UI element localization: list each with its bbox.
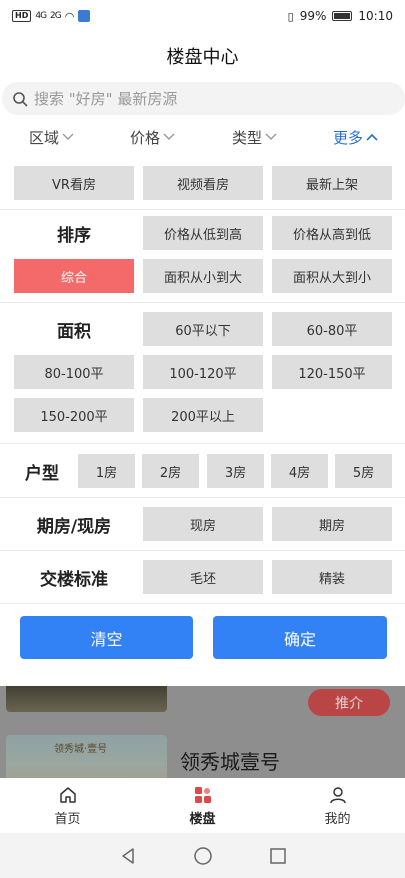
area-60-80[interactable]: 60-80平 xyxy=(272,312,392,346)
area-over-200[interactable]: 200平以上 xyxy=(143,398,263,432)
divider xyxy=(0,443,405,444)
divider xyxy=(0,550,405,551)
search-icon xyxy=(12,91,28,107)
clock: 10:10 xyxy=(358,9,393,23)
divider xyxy=(0,302,405,303)
tab-more[interactable]: 更多 xyxy=(333,127,378,148)
listing-image[interactable]: 领秀城·壹号 xyxy=(6,735,167,778)
wifi-icon: ◠ xyxy=(64,9,75,23)
tab-type[interactable]: 类型 xyxy=(232,127,277,148)
tab-more-label: 更多 xyxy=(333,128,364,147)
divider xyxy=(0,603,405,604)
area-80-100[interactable]: 80-100平 xyxy=(14,355,134,389)
sort-label: 排序 xyxy=(57,225,91,246)
sort-price-desc[interactable]: 价格从高到低 xyxy=(272,216,392,250)
clear-button[interactable]: 清空 xyxy=(20,616,193,659)
area-120-150[interactable]: 120-150平 xyxy=(272,355,392,389)
app-notification-icon xyxy=(78,10,91,22)
divider xyxy=(0,497,405,498)
layout-5-rooms[interactable]: 5房 xyxy=(335,454,392,488)
home-icon xyxy=(59,786,76,803)
layout-type-label: 户型 xyxy=(25,463,59,484)
tab-price[interactable]: 价格 xyxy=(130,127,175,148)
chevron-up-icon xyxy=(366,133,378,141)
delivery-presale[interactable]: 期房 xyxy=(272,507,392,541)
search-input[interactable]: 搜索 "好房" 最新房源 xyxy=(2,82,405,115)
bottom-nav: 首页 楼盘 我的 xyxy=(0,778,405,833)
layout-3-rooms[interactable]: 3房 xyxy=(207,454,264,488)
chevron-down-icon xyxy=(163,133,175,140)
chevron-down-icon xyxy=(265,133,277,140)
nav-buildings-label: 楼盘 xyxy=(189,811,216,827)
standard-unfinished[interactable]: 毛坯 xyxy=(143,560,263,594)
search-placeholder: 搜索 "好房" 最新房源 xyxy=(34,90,178,108)
delivery-state-label: 期房/现房 xyxy=(36,516,112,537)
tab-price-label: 价格 xyxy=(130,128,161,147)
chip-newly-listed[interactable]: 最新上架 xyxy=(272,166,392,200)
area-150-200[interactable]: 150-200平 xyxy=(14,398,134,432)
nav-home-label: 首页 xyxy=(54,811,81,827)
divider xyxy=(0,209,405,210)
listing-logo: 领秀城·壹号 xyxy=(54,744,108,755)
system-nav-bar xyxy=(0,833,405,878)
filter-tabs: 区域 价格 类型 更多 xyxy=(0,122,405,152)
chip-video-viewing[interactable]: 视频看房 xyxy=(143,166,263,200)
area-under-60[interactable]: 60平以下 xyxy=(143,312,263,346)
listing-overlay: 推介 领秀城·壹号 领秀城壹号 xyxy=(0,686,405,778)
sort-price-asc[interactable]: 价格从低到高 xyxy=(143,216,263,250)
area-100-120[interactable]: 100-120平 xyxy=(143,355,263,389)
tab-region[interactable]: 区域 xyxy=(29,127,74,148)
status-left: HD 4G 2G ◠ xyxy=(12,9,91,23)
signal-icon: 4G xyxy=(35,11,47,21)
nav-buildings[interactable]: 楼盘 xyxy=(135,778,270,833)
back-icon[interactable] xyxy=(118,846,138,866)
battery-percent: 99% xyxy=(299,9,327,23)
layout-2-rooms[interactable]: 2房 xyxy=(142,454,199,488)
promo-tag: 推介 xyxy=(308,689,390,716)
sort-area-desc[interactable]: 面积从大到小 xyxy=(272,259,392,293)
user-icon xyxy=(329,786,346,803)
listing-image[interactable] xyxy=(6,686,167,712)
delivery-standard-label: 交楼标准 xyxy=(40,569,108,590)
chip-vr-viewing[interactable]: VR看房 xyxy=(14,166,134,200)
nav-profile-label: 我的 xyxy=(324,811,351,827)
hd-badge: HD xyxy=(12,10,32,22)
listing-title[interactable]: 领秀城壹号 xyxy=(180,746,280,775)
layout-4-rooms[interactable]: 4房 xyxy=(271,454,328,488)
page-title: 楼盘中心 xyxy=(166,47,239,68)
recents-icon[interactable] xyxy=(268,846,288,866)
layout-1-room[interactable]: 1房 xyxy=(78,454,135,488)
confirm-button[interactable]: 确定 xyxy=(213,616,387,659)
tab-region-label: 区域 xyxy=(29,128,60,147)
area-label: 面积 xyxy=(57,321,91,342)
sort-area-asc[interactable]: 面积从小到大 xyxy=(143,259,263,293)
battery-icon xyxy=(332,11,353,21)
home-circle-icon[interactable] xyxy=(193,846,213,866)
signal-icon-2: 2G xyxy=(50,11,62,21)
tab-type-label: 类型 xyxy=(232,128,263,147)
chevron-down-icon xyxy=(62,133,74,140)
status-right: ▯ 99% 10:10 xyxy=(288,9,393,23)
building-icon xyxy=(194,786,211,803)
nav-profile[interactable]: 我的 xyxy=(270,778,405,833)
sort-comprehensive[interactable]: 综合 xyxy=(14,259,134,293)
standard-decorated[interactable]: 精装 xyxy=(272,560,392,594)
nav-home[interactable]: 首页 xyxy=(0,778,135,833)
status-bar: HD 4G 2G ◠ ▯ 99% 10:10 xyxy=(0,0,405,32)
vibrate-icon: ▯ xyxy=(287,9,294,23)
delivery-ready[interactable]: 现房 xyxy=(143,507,263,541)
